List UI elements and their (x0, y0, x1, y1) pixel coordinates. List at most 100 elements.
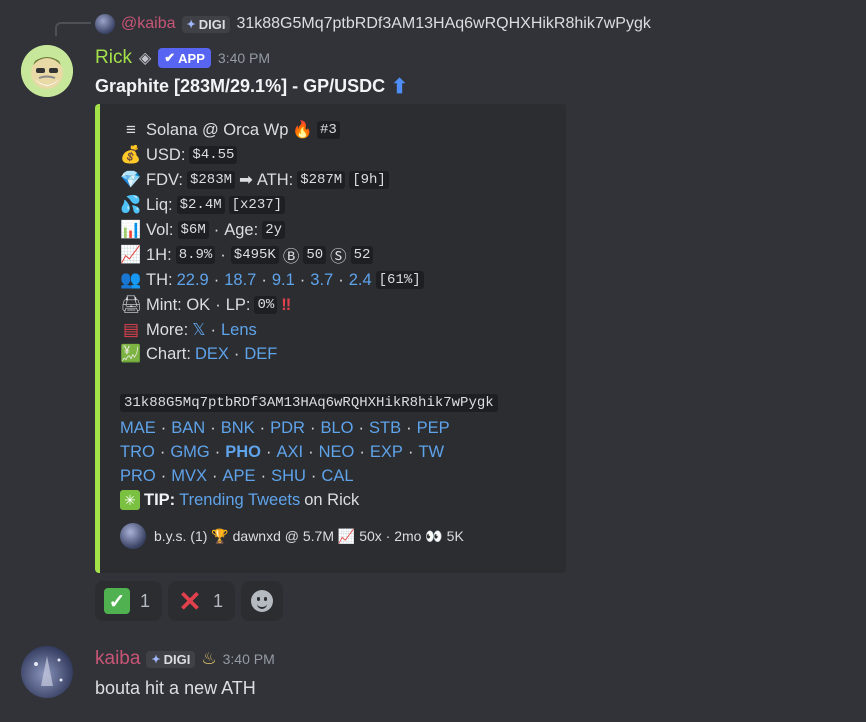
separator: · (210, 418, 216, 437)
separator: · (358, 418, 365, 437)
chart-yen-icon: 💹 (120, 344, 142, 363)
separator: · (160, 418, 167, 437)
bot-link[interactable]: STB (369, 419, 401, 438)
bot-link[interactable]: TRO (120, 443, 155, 462)
1h-pct: 8.9% (175, 246, 216, 264)
contract-address[interactable]: 31k88G5Mq7ptbRDf3AM13HAq6wRQHXHikR8hik7w… (120, 394, 498, 412)
reaction-check[interactable]: ✓ 1 (95, 581, 163, 621)
th-link[interactable]: 2.4 (349, 271, 372, 290)
bot-link[interactable]: BAN (171, 419, 205, 438)
def-link[interactable]: DEF (244, 345, 277, 364)
trending-tweets-link[interactable]: Trending Tweets (179, 491, 300, 510)
gem-icon: 💎 (120, 170, 142, 189)
th-total: [61%] (375, 271, 424, 289)
separator: · (159, 442, 166, 461)
printer-icon: 🖨 (120, 295, 142, 314)
bot-link[interactable]: APE (223, 467, 256, 486)
holders-icon: 👥 (120, 270, 142, 289)
bot-link[interactable]: BLO (320, 419, 353, 438)
th-line: 👥 TH: 22.9 · 18.7 · 9.1 · 3.7 · 2.4 [61%] (120, 268, 424, 292)
bot-link[interactable]: BNK (221, 419, 255, 438)
bot-link[interactable]: PEP (417, 419, 450, 438)
message-text: bouta hit a new ATH (95, 677, 256, 698)
bots-row-3: PRO · MVX · APE · SHU · CAL (120, 464, 354, 488)
guild-tag-icon: ✦ (151, 653, 161, 666)
bot-link[interactable]: SHU (271, 467, 306, 486)
flame-badge-icon: ♨ (201, 649, 217, 668)
timestamp[interactable]: 3:40 PM (223, 651, 275, 667)
guild-tag[interactable]: ✦ DIGI (146, 650, 196, 668)
reply-username[interactable]: @kaiba (121, 15, 176, 33)
separator: · (338, 270, 344, 289)
chain-line: ≡ Solana @ Orca Wp 🔥 #3 (120, 118, 340, 142)
age-value: 2y (262, 221, 286, 239)
bot-link[interactable]: TW (418, 443, 444, 462)
separator: · (266, 442, 272, 461)
separator: · (213, 270, 220, 289)
liq-mult: [x237] (228, 196, 286, 214)
separator: · (215, 295, 221, 314)
dex-link[interactable]: DEX (195, 345, 229, 364)
arrow-right-icon: ➡ (239, 171, 253, 189)
separator: · (308, 442, 314, 461)
footer-avatar (120, 523, 146, 549)
lp-value: 0% (254, 296, 278, 314)
app-badge-label: APP (178, 50, 205, 66)
bot-link[interactable]: PRO (120, 467, 156, 486)
vol-line: 📊 Vol: $6M · Age: 2y (120, 218, 286, 242)
ath-label: ATH: (256, 170, 294, 189)
bot-link[interactable]: EXP (370, 443, 403, 462)
separator: · (233, 344, 240, 363)
ath-age: [9h] (349, 171, 389, 189)
bot-link[interactable]: MVX (171, 467, 207, 486)
username-rick[interactable]: Rick (95, 47, 132, 69)
check-mark-icon: ✓ (104, 588, 130, 614)
separator: · (220, 245, 226, 264)
kaiba-avatar[interactable] (21, 646, 73, 698)
bot-link[interactable]: MAE (120, 419, 156, 438)
reply-text[interactable]: 31k88G5Mq7ptbRDf3AM13HAq6wRQHXHikR8hik7w… (236, 15, 650, 33)
timestamp[interactable]: 3:40 PM (218, 50, 270, 66)
bot-link[interactable]: AXI (277, 443, 304, 462)
lens-link[interactable]: Lens (221, 321, 257, 340)
rick-avatar[interactable] (21, 45, 73, 97)
reply-preview[interactable]: @kaiba ✦ DIGI 31k88G5Mq7ptbRDf3AM13HAq6wR… (95, 12, 651, 36)
bot-link[interactable]: PDR (270, 419, 305, 438)
x-link[interactable]: 𝕏 (192, 320, 205, 340)
bot-link[interactable]: PHO (225, 443, 261, 462)
th-link[interactable]: 3.7 (310, 271, 333, 290)
age-label: Age: (224, 220, 259, 239)
1h-line: 📈 1H: 8.9% · $495K Ⓑ 50 Ⓢ 52 (120, 243, 374, 267)
bot-link[interactable]: NEO (319, 443, 355, 462)
username-kaiba[interactable]: kaiba (95, 648, 140, 670)
th-link[interactable]: 9.1 (272, 271, 295, 290)
th-link[interactable]: 18.7 (224, 271, 256, 290)
money-bag-icon: 💰 (120, 145, 142, 164)
add-reaction-button[interactable] (241, 581, 284, 621)
bots-row-1: MAE · BAN · BNK · PDR · BLO · STB · PEP (120, 416, 450, 440)
contract-line: 31k88G5Mq7ptbRDf3AM13HAq6wRQHXHikR8hik7w… (120, 391, 498, 415)
rank-code: #3 (316, 121, 340, 139)
reaction-cross[interactable]: ✕ 1 (168, 581, 236, 621)
ath-value: $287M (297, 171, 346, 189)
chart-line: 💹 Chart: DEX · DEF (120, 342, 277, 366)
fdv-value: $283M (186, 171, 235, 189)
reactions-bar: ✓ 1 ✕ 1 (95, 581, 284, 621)
reply-guild-tag[interactable]: ✦ DIGI (181, 15, 231, 33)
reply-avatar[interactable] (95, 14, 115, 34)
buys-b-icon: Ⓑ (282, 248, 300, 266)
bot-link[interactable]: CAL (321, 467, 353, 486)
bots-row-2: TRO · GMG · PHO · AXI · NEO · EXP · TW (120, 440, 444, 464)
separator: · (260, 466, 267, 485)
sells-count: 52 (350, 246, 374, 264)
guild-tag-label: DIGI (198, 16, 226, 32)
token-embed: ≡ Solana @ Orca Wp 🔥 #3 💰 USD: $4.55 💎 F… (95, 104, 566, 573)
fdv-line: 💎 FDV: $283M ➡ ATH: $287M [9h] (120, 168, 389, 192)
tip-suffix: on Rick (304, 490, 360, 509)
usd-line: 💰 USD: $4.55 (120, 143, 238, 167)
th-link[interactable]: 22.9 (177, 271, 209, 290)
bot-link[interactable]: GMG (170, 443, 209, 462)
buys-count: 50 (303, 246, 327, 264)
tip-line: ✳ TIP: Trending Tweets on Rick (120, 488, 359, 512)
reaction-count: 1 (213, 590, 224, 611)
